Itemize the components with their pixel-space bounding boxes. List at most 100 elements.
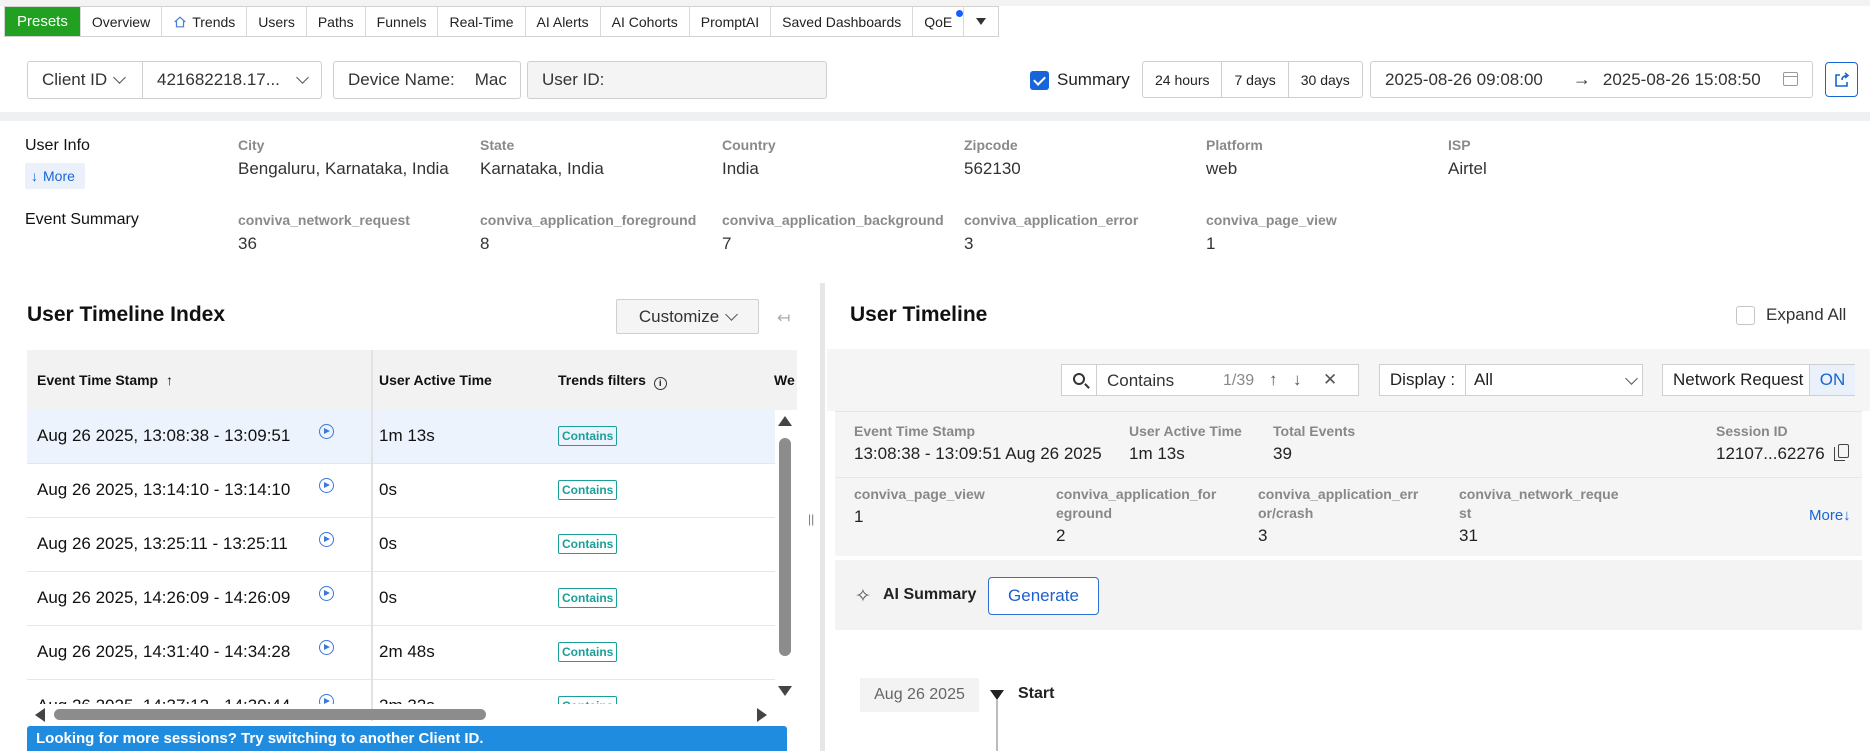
- tab-funnels[interactable]: Funnels: [366, 7, 439, 36]
- copy-icon[interactable]: [1834, 444, 1849, 461]
- panel-divider[interactable]: [820, 283, 825, 751]
- tab-real-time[interactable]: Real-Time: [438, 7, 526, 36]
- event-count-value: 2: [1056, 526, 1066, 545]
- info-key: City: [238, 137, 265, 153]
- close-icon[interactable]: ✕: [1323, 370, 1337, 390]
- user-info-more-button[interactable]: ↓ More: [25, 163, 85, 189]
- range-7-days[interactable]: 7 days: [1222, 62, 1289, 97]
- session-active-time: User Active Time 1m 13s: [1129, 422, 1242, 464]
- tab-ai-alerts[interactable]: AI Alerts: [526, 7, 601, 36]
- more-tabs-button[interactable]: [964, 7, 998, 36]
- replay-icon[interactable]: [319, 424, 334, 439]
- summary-checkbox[interactable]: [1030, 71, 1049, 90]
- timeline-search-input[interactable]: Contains 1/39 ↑ ↓ ✕: [1097, 364, 1359, 396]
- scroll-right-arrow-icon[interactable]: [757, 708, 767, 722]
- expand-all-checkbox[interactable]: [1736, 306, 1755, 325]
- range-30-days[interactable]: 30 days: [1289, 62, 1362, 97]
- table-row[interactable]: Aug 26 2025, 14:26:09 - 14:26:09 0s Cont…: [27, 572, 775, 626]
- replay-icon[interactable]: [319, 532, 334, 547]
- customize-label: Customize: [638, 306, 720, 326]
- tab-presets[interactable]: Presets: [5, 7, 81, 36]
- range-24-hours[interactable]: 24 hours: [1143, 62, 1223, 97]
- column-event-time-stamp[interactable]: Event Time Stamp ↑: [37, 372, 173, 388]
- resize-grip-icon[interactable]: ||: [808, 512, 814, 526]
- quick-range-group: 24 hours 7 days 30 days: [1142, 61, 1363, 98]
- client-id-type-select[interactable]: Client ID: [28, 62, 143, 98]
- tab-ai-cohorts[interactable]: AI Cohorts: [601, 7, 690, 36]
- generate-button[interactable]: Generate: [988, 577, 1099, 615]
- timeline-index-title: User Timeline Index: [27, 303, 226, 326]
- display-select[interactable]: All: [1465, 364, 1643, 396]
- column-trends-filters[interactable]: Trends filters i: [558, 372, 667, 390]
- session-id: Session ID 12107...62276: [1716, 422, 1825, 464]
- chevron-down-icon: [1625, 372, 1638, 385]
- session-value: 12107...62276: [1716, 444, 1825, 463]
- table-row[interactable]: Aug 26 2025, 13:08:38 - 13:09:51 1m 13s …: [27, 410, 775, 464]
- tab-promptai[interactable]: PromptAI: [690, 7, 772, 36]
- tab-overview[interactable]: Overview: [81, 7, 163, 36]
- summary-label: Summary: [1057, 70, 1130, 89]
- info-key: Platform: [1206, 137, 1263, 153]
- event-value: 7: [722, 234, 732, 253]
- search-button[interactable]: [1061, 364, 1097, 396]
- table-row-partial[interactable]: Aug 26 2025, 14:37:12 - 14:39:44 2m 32s …: [27, 680, 775, 704]
- collapse-triangle-icon[interactable]: [990, 690, 1004, 700]
- replay-icon[interactable]: [319, 586, 334, 601]
- scroll-down-arrow-icon[interactable]: [778, 686, 792, 696]
- row-timestamp: Aug 26 2025, 14:31:40 - 14:34:28: [37, 642, 291, 661]
- customize-button[interactable]: Customize: [616, 299, 759, 334]
- arrow-right-icon: →: [1572, 69, 1591, 89]
- table-header: Event Time Stamp ↑ User Active Time Tren…: [27, 350, 797, 410]
- info-icon[interactable]: i: [653, 377, 667, 390]
- table-row[interactable]: Aug 26 2025, 14:31:40 - 14:34:28 2m 48s …: [27, 626, 775, 680]
- network-request-label: Network Request :: [1673, 370, 1813, 389]
- column-truncated[interactable]: We: [774, 372, 795, 388]
- share-button[interactable]: [1825, 62, 1858, 97]
- column-label: Trends filters: [558, 372, 646, 388]
- tab-users[interactable]: Users: [247, 7, 307, 36]
- arrow-down-icon[interactable]: ↓: [1293, 370, 1302, 390]
- client-id-select[interactable]: Client ID 421682218.17...: [27, 61, 322, 99]
- event-count-key: conviva_application_err or/crash: [1258, 486, 1419, 521]
- share-icon: [1834, 71, 1849, 87]
- session-key: Event Time Stamp: [854, 423, 976, 439]
- calendar-icon[interactable]: [1783, 72, 1798, 86]
- event-count-value: 31: [1459, 526, 1478, 545]
- collapse-panel-icon[interactable]: ↤: [777, 308, 790, 328]
- info-value: Karnataka, India: [480, 159, 604, 178]
- tab-trends-label: Trends: [192, 13, 236, 30]
- replay-icon[interactable]: [319, 478, 334, 493]
- tab-saved-dashboards[interactable]: Saved Dashboards: [771, 7, 914, 36]
- info-value: Airtel: [1448, 159, 1487, 178]
- network-request-state[interactable]: ON: [1809, 365, 1855, 395]
- session-value: 1m 13s: [1129, 444, 1185, 463]
- client-id-label: Client ID: [42, 70, 108, 89]
- horizontal-scrollbar[interactable]: [27, 706, 775, 722]
- device-name-field[interactable]: Device Name: Mac: [333, 61, 521, 99]
- date-range-picker[interactable]: 2025-08-26 09:08:00 → 2025-08-26 15:08:5…: [1370, 61, 1813, 98]
- session-key: Session ID: [1716, 423, 1788, 439]
- info-key: ISP: [1448, 137, 1471, 153]
- contains-badge: Contains: [558, 480, 618, 500]
- scroll-thumb[interactable]: [779, 438, 791, 656]
- scroll-left-arrow-icon[interactable]: [35, 708, 45, 722]
- tab-paths[interactable]: Paths: [307, 7, 366, 36]
- table-row[interactable]: Aug 26 2025, 13:14:10 - 13:14:10 0s Cont…: [27, 464, 775, 518]
- replay-icon[interactable]: [319, 694, 334, 704]
- event-key: conviva_page_view: [1206, 212, 1337, 228]
- scroll-up-arrow-icon[interactable]: [778, 416, 792, 426]
- network-request-toggle[interactable]: Network Request : ON: [1662, 364, 1855, 396]
- session-more-link[interactable]: More↓: [1809, 507, 1851, 524]
- user-id-field[interactable]: User ID:: [527, 61, 827, 99]
- table-row[interactable]: Aug 26 2025, 13:25:11 - 13:25:11 0s Cont…: [27, 518, 775, 572]
- tab-qoe-label: QoE: [924, 13, 953, 30]
- vertical-scrollbar[interactable]: [776, 410, 792, 700]
- tab-qoe[interactable]: QoE: [913, 7, 965, 36]
- replay-icon[interactable]: [319, 640, 334, 655]
- scroll-thumb[interactable]: [54, 709, 486, 720]
- switch-client-banner[interactable]: Looking for more sessions? Try switching…: [27, 726, 787, 751]
- contains-badge: Contains: [558, 642, 618, 662]
- arrow-up-icon[interactable]: ↑: [1269, 370, 1278, 390]
- tab-trends[interactable]: Trends: [162, 7, 248, 36]
- column-user-active-time[interactable]: User Active Time: [379, 372, 492, 388]
